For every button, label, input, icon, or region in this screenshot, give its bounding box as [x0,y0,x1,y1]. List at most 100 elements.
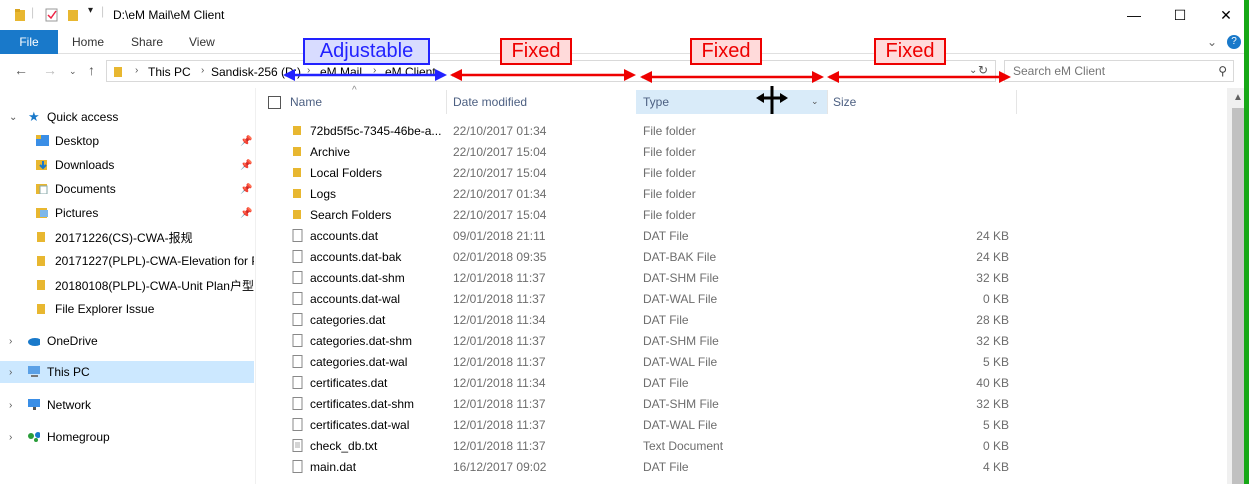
column-divider[interactable] [827,90,828,114]
nav-item-this-pc[interactable]: › This PC [0,361,254,383]
breadcrumb-chevron-icon[interactable]: › [307,65,310,76]
table-row[interactable]: main.dat 16/12/2017 09:02 DAT File 4 KB [256,456,1227,477]
back-arrow-icon[interactable]: ← [14,62,28,78]
column-header-size[interactable]: Size [833,90,1016,114]
nav-item-downloads[interactable]: Downloads 📌 [0,154,254,176]
nav-item-recent-folder[interactable]: File Explorer Issue [0,298,254,320]
navigation-pane: ⌄ ★ Quick access Desktop 📌 Downloads 📌 D… [0,88,256,484]
nav-item-recent-folder[interactable]: 20171226(CS)-CWA-报规 [0,226,254,248]
file-date: 12/01/2018 11:37 [453,418,546,432]
toolbar-separator: | [31,5,35,19]
breadcrumb-chevron-icon[interactable]: › [135,65,138,76]
tab-home[interactable]: Home [72,35,104,49]
search-icon[interactable]: ⚲ [1218,64,1227,78]
expand-chevron-icon[interactable]: › [9,400,12,411]
nav-item-recent-folder[interactable]: 20171227(PLPL)-CWA-Elevation for PI [0,250,254,272]
nav-item-recent-folder[interactable]: 20180108(PLPL)-CWA-Unit Plan户型图 [0,274,254,296]
forward-arrow-icon[interactable]: → [43,62,57,78]
minimize-button[interactable]: — [1111,0,1157,30]
maximize-button[interactable]: ☐ [1157,0,1203,30]
search-box[interactable]: ⚲ [1004,60,1234,82]
search-input[interactable] [1013,64,1213,78]
computer-icon [28,366,40,377]
window-title: D:\eM Mail\eM Client [113,8,225,22]
folder-icon [37,280,45,290]
expand-chevron-icon[interactable]: ⌄ [9,112,17,123]
refresh-icon[interactable]: ↻ [978,63,988,77]
table-row[interactable]: certificates.dat-shm 12/01/2018 11:37 DAT-… [256,393,1227,414]
nav-item-network[interactable]: › Network [0,394,254,416]
help-icon[interactable]: ? [1227,35,1241,49]
expand-chevron-icon[interactable]: › [9,336,12,347]
documents-icon [36,184,48,194]
breadcrumb-this-pc[interactable]: This PC [148,65,191,79]
tab-file[interactable]: File [0,30,58,54]
ribbon-expand-icon[interactable]: ⌄ [1207,35,1217,49]
table-row[interactable]: check_db.txt 12/01/2018 11:37 Text Documen… [256,435,1227,456]
table-row[interactable]: categories.dat-wal 12/01/2018 11:37 DAT-WA… [256,351,1227,372]
file-type: DAT-SHM File [643,397,719,411]
tab-view[interactable]: View [189,35,215,49]
table-row[interactable]: Archive 22/10/2017 15:04 File folder [256,141,1227,162]
new-folder-icon[interactable] [67,7,81,23]
table-row[interactable]: Search Folders 22/10/2017 15:04 File folde… [256,204,1227,225]
table-row[interactable]: categories.dat 12/01/2018 11:34 DAT File 28… [256,309,1227,330]
breadcrumb-em-client[interactable]: eM Client [385,65,436,79]
nav-label: 20171227(PLPL)-CWA-Elevation for PI [55,254,254,268]
breadcrumb-drive[interactable]: Sandisk-256 (D:) [211,65,301,79]
nav-label: Downloads [55,158,115,172]
column-header-date[interactable]: Date modified [453,90,636,114]
close-button[interactable]: ✕ [1203,0,1249,30]
file-date: 12/01/2018 11:34 [453,376,546,390]
column-divider[interactable] [1016,90,1017,114]
column-filter-dropdown-icon[interactable]: ⌄ [811,96,819,107]
nav-item-pictures[interactable]: Pictures 📌 [0,202,254,224]
scrollbar-thumb[interactable] [1232,108,1244,484]
nav-item-documents[interactable]: Documents 📌 [0,178,254,200]
nav-quick-access[interactable]: ⌄ ★ Quick access [0,106,254,128]
table-row[interactable]: categories.dat-shm 12/01/2018 11:37 DAT-SH… [256,330,1227,351]
nav-item-onedrive[interactable]: › OneDrive [0,330,254,352]
address-dropdown-icon[interactable]: ⌄ [969,65,977,76]
nav-item-desktop[interactable]: Desktop 📌 [0,130,254,152]
table-row[interactable]: accounts.dat-bak 02/01/2018 09:35 DAT-BAK … [256,246,1227,267]
pin-icon[interactable]: 📌 [240,208,252,219]
scroll-up-icon[interactable]: ▲ [1233,92,1243,103]
pin-icon[interactable]: 📌 [240,160,252,171]
expand-chevron-icon[interactable]: › [9,432,12,443]
up-arrow-icon[interactable]: ↑ [88,62,95,78]
column-header-name[interactable]: Name [290,90,446,114]
pin-icon[interactable]: 📌 [240,184,252,195]
breadcrumb-em-mail[interactable]: eM Mail [320,65,362,79]
table-row[interactable]: accounts.dat-shm 12/01/2018 11:37 DAT-SHM … [256,267,1227,288]
expand-chevron-icon[interactable]: › [9,367,12,378]
customize-toolbar-icon[interactable]: ▾ [88,5,93,21]
select-all-checkbox[interactable] [268,96,281,109]
column-header-type[interactable]: Type ⌄ [636,90,827,114]
table-row[interactable]: accounts.dat 09/01/2018 21:11 DAT File 24 K… [256,225,1227,246]
table-row[interactable]: 72bd5f5c-7345-46be-a... 22/10/2017 01:34 F… [256,120,1227,141]
column-divider[interactable] [446,90,447,114]
table-row[interactable]: accounts.dat-wal 12/01/2018 11:37 DAT-WAL … [256,288,1227,309]
recent-locations-icon[interactable]: ⌄ [69,66,77,77]
file-type: DAT-SHM File [643,271,719,285]
table-row[interactable]: Local Folders 22/10/2017 15:04 File folder [256,162,1227,183]
breadcrumb-chevron-icon[interactable]: › [373,65,376,76]
file-icon [292,313,303,326]
tab-share[interactable]: Share [131,35,163,49]
file-name: categories.dat-shm [310,334,413,348]
file-type: DAT File [643,313,689,327]
table-row[interactable]: certificates.dat 12/01/2018 11:34 DAT File… [256,372,1227,393]
file-icon [292,418,303,431]
file-type: File folder [643,124,696,138]
table-row[interactable]: certificates.dat-wal 12/01/2018 11:37 DAT-… [256,414,1227,435]
table-row[interactable]: Logs 22/10/2017 01:34 File folder [256,183,1227,204]
properties-icon[interactable] [44,7,60,23]
pin-icon[interactable]: 📌 [240,136,252,147]
file-name: categories.dat-wal [310,355,408,369]
breadcrumb-chevron-icon[interactable]: › [201,65,204,76]
homegroup-icon [28,432,40,442]
file-type: File folder [643,208,696,222]
nav-item-homegroup[interactable]: › Homegroup [0,426,254,448]
file-name: 72bd5f5c-7345-46be-a... [310,124,442,138]
